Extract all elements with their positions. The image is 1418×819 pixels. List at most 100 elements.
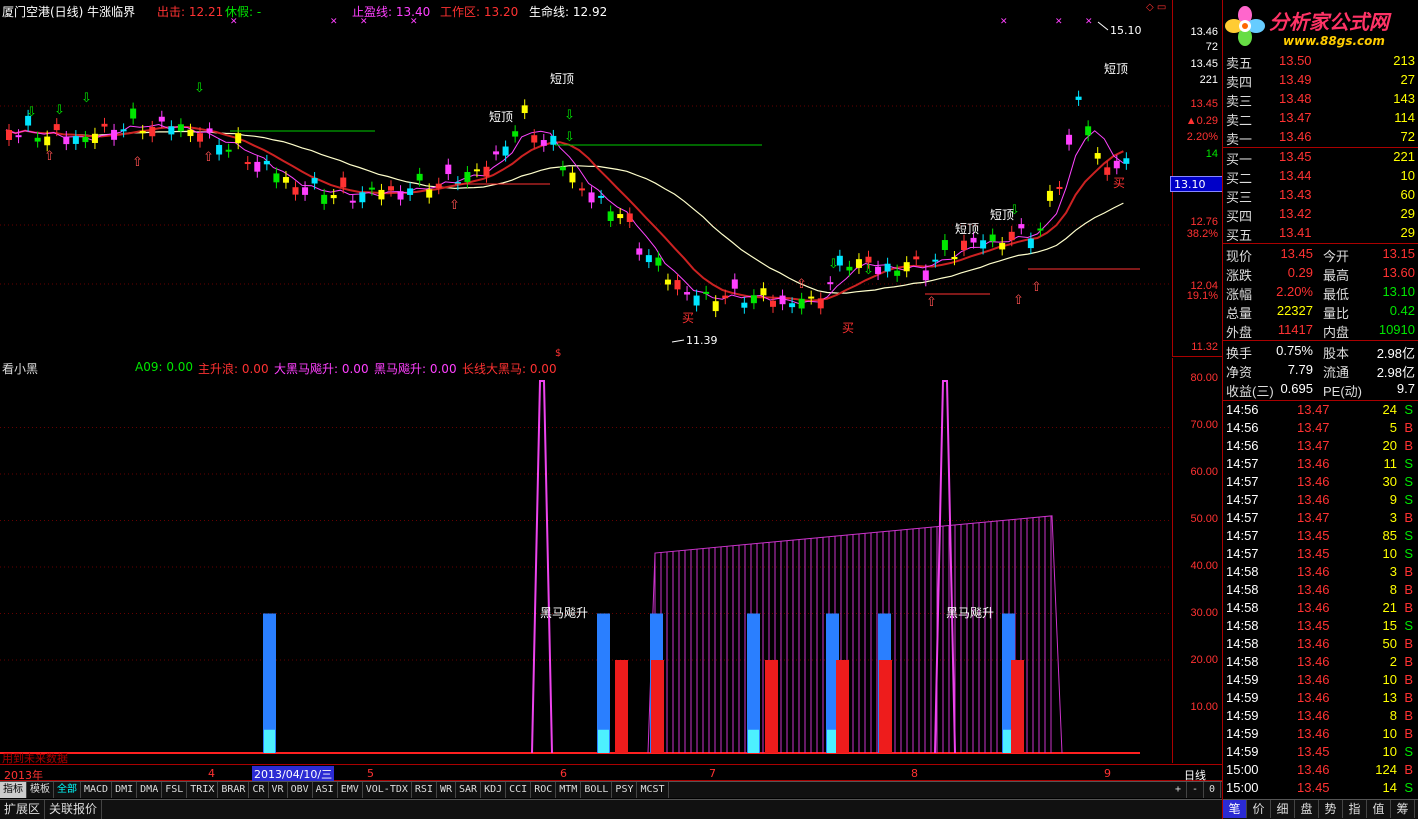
tab-brar[interactable]: BRAR [218, 782, 250, 798]
signal-mark: ✕ [230, 17, 238, 27]
bid-row: 买一 13.45 221 [1226, 149, 1415, 167]
month-label: 5 [367, 767, 374, 780]
price-axis-label: 12.76 [1190, 216, 1218, 228]
candle [473, 169, 480, 172]
tab-dmi[interactable]: DMI [112, 782, 138, 798]
candle [932, 259, 939, 262]
chart-annotation: 短顶 [489, 110, 513, 124]
candle [626, 213, 633, 223]
low-price-label: 11.39 [686, 334, 718, 347]
candle [483, 166, 490, 177]
signal-mark: ✕ [1055, 17, 1063, 27]
tab-dma[interactable]: DMA [137, 782, 163, 798]
price-marker: 13.10 [1170, 176, 1223, 192]
candle [770, 300, 776, 307]
tab-mcst[interactable]: MCST [637, 782, 669, 798]
tab-指标[interactable]: 指标 [0, 782, 27, 798]
tab-kdj[interactable]: KDJ [481, 782, 507, 798]
quote-row: 现价 13.45 今开 13.15 [1226, 246, 1415, 264]
tab-boll[interactable]: BOLL [581, 782, 613, 798]
right-tab[interactable]: 细 [1271, 800, 1295, 818]
quote-row: 总量 22327 量比 0.42 [1226, 303, 1415, 321]
right-tab[interactable]: 指 [1343, 800, 1367, 818]
right-tab[interactable]: 势 [1319, 800, 1343, 818]
candle [1037, 228, 1044, 231]
tab-control[interactable]: - [1187, 782, 1204, 798]
signal-mark: ✕ [360, 17, 368, 27]
right-tab-bar: 笔价细盘势指值筹 [1223, 799, 1418, 819]
tab-roc[interactable]: ROC [531, 782, 557, 798]
month-label: 7 [709, 767, 716, 780]
candle [808, 296, 815, 299]
candle [865, 256, 872, 263]
tab-cci[interactable]: CCI [506, 782, 532, 798]
tab-control[interactable]: + [1170, 782, 1187, 798]
candle [235, 133, 242, 144]
candle [817, 298, 824, 309]
candle [579, 188, 585, 191]
tab-asi[interactable]: ASI [313, 782, 338, 798]
stat-row: 收益(三) 0.695 PE(动) 9.7 [1226, 381, 1415, 399]
candle [703, 291, 710, 294]
candle [617, 214, 624, 219]
red-bar [879, 660, 892, 753]
candle [349, 200, 356, 203]
tab-mtm[interactable]: MTM [556, 782, 582, 798]
tab-vr[interactable]: VR [269, 782, 288, 798]
candle [1075, 96, 1082, 100]
candle [875, 266, 882, 274]
ask-row: 卖四 13.49 27 [1226, 72, 1415, 90]
price-axis-label: ▲0.29 [1185, 115, 1218, 127]
tab-macd[interactable]: MACD [81, 782, 113, 798]
candle [340, 177, 347, 188]
buy-arrow-icon: ⇧ [132, 155, 143, 170]
chart-annotation: 买 [1113, 176, 1125, 190]
right-tab[interactable]: 价 [1247, 800, 1271, 818]
candle [82, 136, 89, 143]
tab-obv[interactable]: OBV [288, 782, 313, 798]
tick-row: 14:56 13.47 5 B [1226, 420, 1413, 435]
indicator-axis-label: 40.00 [1190, 560, 1218, 572]
tab-全部[interactable]: 全部 [54, 782, 81, 798]
candle [760, 288, 767, 296]
red-bar [651, 660, 664, 753]
candle [378, 189, 385, 200]
candle [693, 295, 700, 306]
tab-wr[interactable]: WR [437, 782, 457, 798]
tab-trix[interactable]: TRIX [187, 782, 219, 798]
right-tab[interactable]: 值 [1367, 800, 1391, 818]
bottom-tab[interactable]: 扩展区 [0, 800, 46, 819]
right-tab[interactable]: 笔 [1223, 800, 1247, 818]
price-axis-label: 72 [1205, 41, 1218, 53]
tab-emv[interactable]: EMV [338, 782, 363, 798]
bottom-tab[interactable]: 关联报价 [45, 800, 103, 819]
candle [779, 295, 786, 305]
candle [569, 172, 576, 183]
price-chart-panel[interactable]: 厦门空港(日线) 牛涨临界 出击: 12.21 休假: - 止盈线: 13.40 工作… [0, 0, 1172, 357]
right-tab[interactable]: 盘 [1295, 800, 1319, 818]
tab-control[interactable]: 0 [1204, 782, 1221, 798]
tick-row: 14:56 13.47 24 S [1226, 402, 1413, 417]
candle [664, 279, 671, 285]
tab-rsi[interactable]: RSI [412, 782, 437, 798]
time-axis: 2013年 456789 2013/04/10/三 日线 [0, 764, 1222, 782]
candle [149, 126, 156, 137]
cursor-date: 2013/04/10/三 [252, 766, 335, 782]
chart-annotation: 短顶 [990, 208, 1014, 222]
tab-sar[interactable]: SAR [456, 782, 482, 798]
tab-模板[interactable]: 模板 [27, 782, 54, 798]
tab-psy[interactable]: PSY [612, 782, 638, 798]
right-tab[interactable]: 筹 [1391, 800, 1415, 818]
candle [91, 133, 98, 143]
tick-row: 14:59 13.46 13 B [1226, 690, 1413, 705]
buy-arrow-icon: ⇧ [203, 150, 214, 165]
candle [903, 262, 910, 272]
month-label: 4 [208, 767, 215, 780]
tab-fsl[interactable]: FSL [162, 782, 188, 798]
tab-vol-tdx[interactable]: VOL-TDX [363, 782, 412, 798]
candle [1113, 160, 1120, 169]
bottom-bar: 扩展区 关联报价 [0, 799, 1222, 819]
candle [913, 256, 920, 260]
tab-cr[interactable]: CR [249, 782, 269, 798]
indicator-panel[interactable]: 看小黑 A09: 0.00 主升浪: 0.00 大黑马飚升: 0.00 黑马飚升: 0… [0, 358, 1172, 765]
